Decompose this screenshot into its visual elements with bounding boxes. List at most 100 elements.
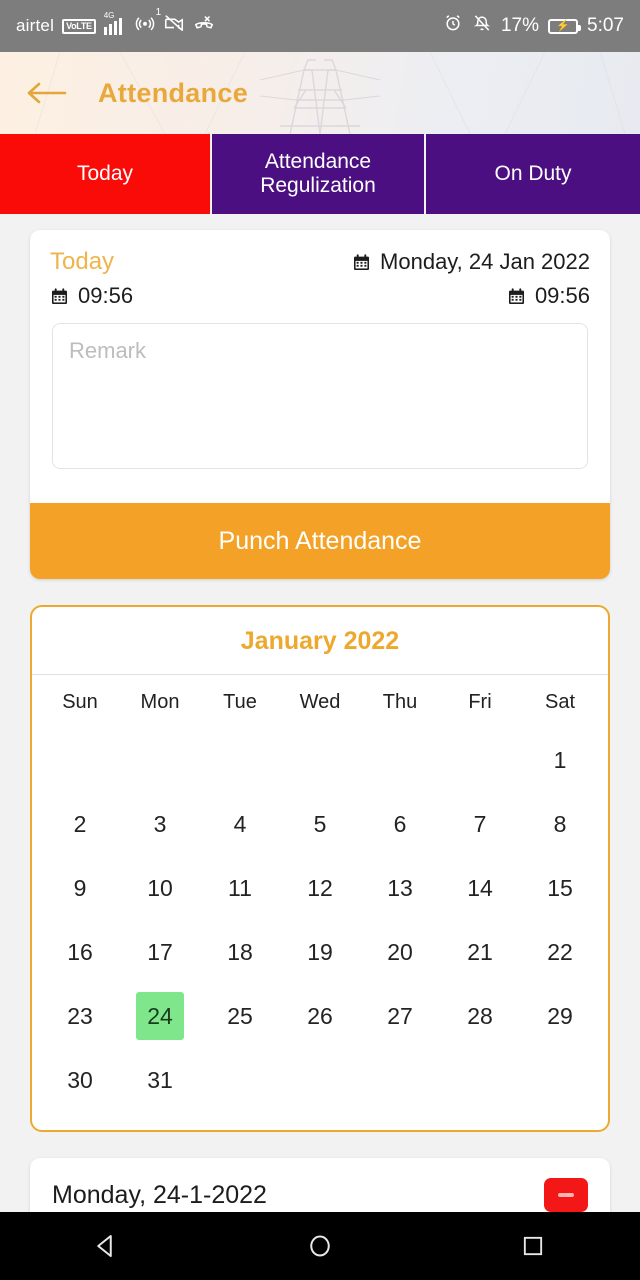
calendar-day-label: 14	[467, 874, 493, 901]
today-card-row-times: 09:56 09:56	[50, 283, 590, 309]
calendar-day[interactable]: 29	[520, 984, 600, 1048]
badge-dash-icon	[558, 1193, 574, 1197]
nav-recents-button[interactable]	[473, 1212, 593, 1280]
calendar-day-label: 11	[228, 874, 252, 901]
calendar-day[interactable]: 15	[520, 856, 600, 920]
network-type-label: 4G	[103, 10, 115, 20]
calendar-day-label: 26	[307, 1002, 333, 1029]
header-background-streaks	[34, 52, 626, 134]
calendar-day[interactable]: 18	[200, 920, 280, 984]
calendar-day[interactable]: 23	[40, 984, 120, 1048]
today-time-out-label: 09:56	[534, 283, 590, 308]
volte-icon: VoLTE	[62, 18, 96, 34]
weekday-mon: Mon	[140, 691, 180, 713]
today-label: Today	[50, 248, 115, 275]
tab-today[interactable]: Today	[0, 134, 212, 214]
today-time-in: 09:56	[50, 283, 133, 309]
calendar-day-selected[interactable]: 24	[120, 984, 200, 1048]
calendar-empty-cell	[120, 728, 200, 792]
calendar-day[interactable]: 19	[280, 920, 360, 984]
calendar-day-label: 1	[553, 746, 567, 773]
calendar-title: January 2022	[32, 607, 608, 675]
punch-attendance-button[interactable]: Punch Attendance	[30, 503, 610, 579]
calendar-day[interactable]: 1	[520, 728, 600, 792]
calendar-day[interactable]: 3	[120, 792, 200, 856]
calendar-icon	[508, 287, 524, 304]
calendar-day-label: 6	[393, 810, 407, 837]
attendance-log-status-badge[interactable]	[544, 1178, 588, 1212]
today-time-out: 09:56	[507, 283, 590, 309]
calendar-day-label: 4	[233, 810, 247, 837]
android-navigation-bar	[0, 1212, 640, 1280]
battery-percent-label: 17%	[500, 15, 540, 36]
calendar-empty-cell	[360, 728, 440, 792]
calendar-day-grid: 1 2 3 4 5 6 7 8 9 10 11 12 13 14 15 16 17 18 19 20 21 22 23 24 2…	[32, 728, 608, 1130]
calendar-day-label: 23	[67, 1002, 93, 1029]
calendar-day[interactable]: 2	[40, 792, 120, 856]
calendar-day[interactable]: 6	[360, 792, 440, 856]
nav-back-button[interactable]	[47, 1212, 167, 1280]
calendar-day[interactable]: 21	[440, 920, 520, 984]
calendar-day[interactable]: 20	[360, 920, 440, 984]
missed-call-icon	[193, 12, 215, 40]
calendar-day[interactable]: 14	[440, 856, 520, 920]
calendar-day-label: 3	[153, 810, 167, 837]
transmission-tower-watermark	[260, 59, 380, 134]
calendar-day-label: 24	[136, 992, 184, 1040]
calendar-day[interactable]: 4	[200, 792, 280, 856]
calendar-day[interactable]: 8	[520, 792, 600, 856]
weekday-sun: Sun	[62, 691, 98, 713]
calendar-day[interactable]: 9	[40, 856, 120, 920]
calendar-day-label: 21	[467, 938, 493, 965]
calendar-day[interactable]: 28	[440, 984, 520, 1048]
mute-icon	[472, 13, 492, 39]
calendar-day[interactable]: 25	[200, 984, 280, 1048]
calendar-day[interactable]: 11	[200, 856, 280, 920]
nav-back-icon	[96, 1235, 112, 1257]
nav-home-icon	[310, 1235, 330, 1257]
calendar-day[interactable]: 27	[360, 984, 440, 1048]
calendar-day-label: 16	[67, 938, 93, 965]
calendar-card: January 2022 Sun Mon Tue Wed Thu Fri Sat…	[30, 605, 610, 1132]
battery-charging-icon: ⚡	[548, 18, 582, 34]
tab-bar: Today Attendance Regulization On Duty	[0, 134, 640, 214]
calendar-day-label: 8	[553, 810, 567, 837]
tab-attendance-regulization[interactable]: Attendance Regulization	[212, 134, 426, 214]
nav-recents-icon	[524, 1236, 543, 1256]
calendar-day[interactable]: 12	[280, 856, 360, 920]
calendar-day[interactable]: 22	[520, 920, 600, 984]
status-bar-right: 17% ⚡ 5:07	[443, 13, 624, 39]
calendar-day[interactable]: 5	[280, 792, 360, 856]
calendar-empty-cell	[200, 728, 280, 792]
calendar-day-label: 29	[547, 1002, 573, 1029]
calendar-weekday-header: Sun Mon Tue Wed Thu Fri Sat	[32, 675, 608, 728]
calendar-day-label: 15	[547, 874, 573, 901]
nav-home-button[interactable]	[260, 1212, 380, 1280]
weekday-wed: Wed	[299, 691, 341, 713]
today-date-label: Monday, 24 Jan 2022	[380, 249, 590, 274]
calendar-day-label: 17	[147, 938, 173, 965]
tab-on-duty[interactable]: On Duty	[426, 134, 640, 214]
back-button[interactable]	[22, 74, 70, 112]
calendar-day[interactable]: 10	[120, 856, 200, 920]
status-bar: airtel VoLTE 4G 1 17% ⚡ 5:07	[0, 0, 640, 52]
page-title: Attendance	[98, 77, 249, 108]
calendar-day-label: 13	[387, 874, 413, 901]
calendar-icon	[354, 253, 370, 270]
camera-off-icon	[163, 12, 185, 40]
calendar-icon	[51, 287, 68, 304]
remark-input[interactable]: Remark	[52, 323, 588, 469]
today-card-row-top: Today Monday, 24 Jan 2022	[50, 248, 590, 276]
today-date: Monday, 24 Jan 2022	[352, 249, 590, 275]
carrier-label: airtel	[16, 16, 55, 35]
calendar-day[interactable]: 30	[40, 1048, 120, 1112]
calendar-day[interactable]: 26	[280, 984, 360, 1048]
hotspot-icon: 1	[135, 7, 161, 39]
calendar-day[interactable]: 17	[120, 920, 200, 984]
calendar-day[interactable]: 13	[360, 856, 440, 920]
calendar-day[interactable]: 31	[120, 1048, 200, 1112]
attendance-log-date: Monday, 24-1-2022	[52, 1180, 267, 1209]
calendar-day[interactable]: 7	[440, 792, 520, 856]
calendar-day[interactable]: 16	[40, 920, 120, 984]
calendar-day-label: 2	[73, 810, 87, 837]
